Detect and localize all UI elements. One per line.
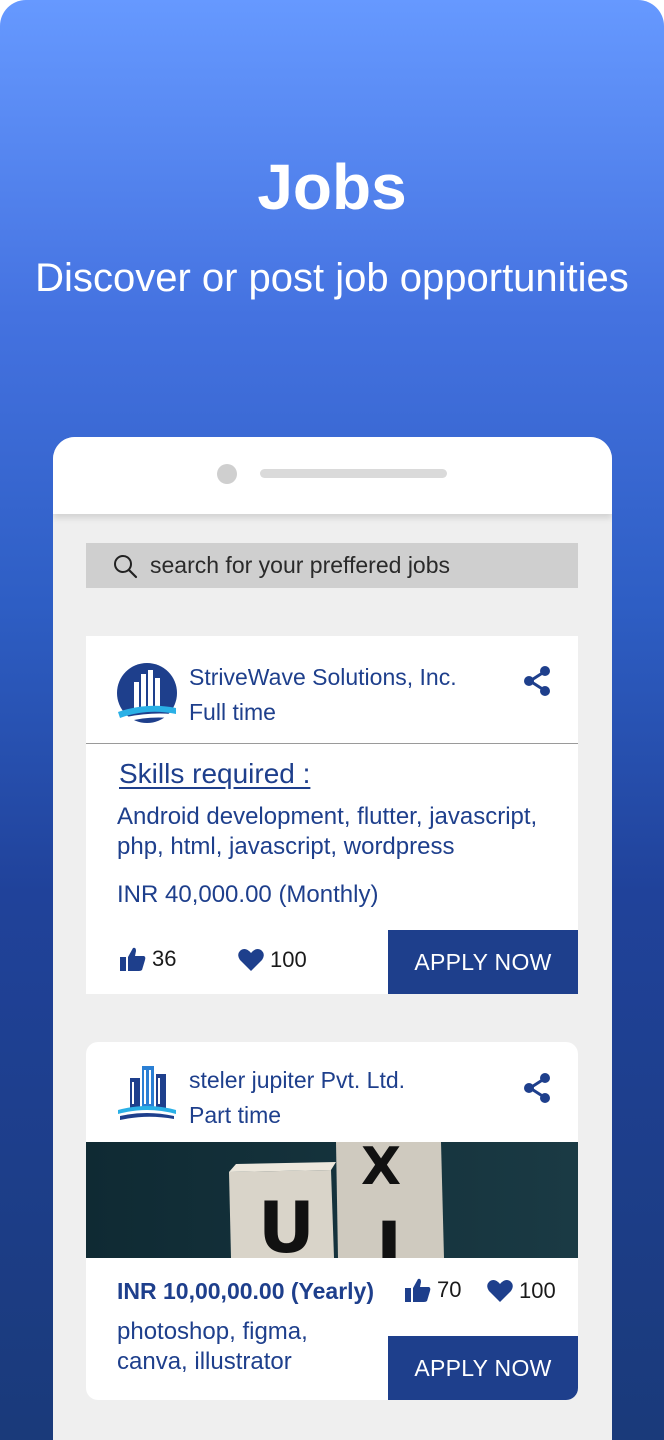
like-count: 70 [437,1277,462,1302]
skills-heading: Skills required : [119,758,311,789]
banner-letter-u: U [258,1187,315,1258]
favorite-count: 100 [519,1278,556,1303]
search-input[interactable]: search for your preffered jobs [150,552,450,579]
heart-icon [238,949,264,971]
like-counter[interactable]: 36 [119,946,176,972]
salary: INR 10,00,00.00 (Yearly) [117,1278,374,1304]
phone-speaker [260,469,447,478]
like-count: 36 [152,946,177,971]
favorite-count: 100 [270,947,307,972]
skills-list: Android development, flutter, javascript… [117,803,538,860]
company-logo [116,1060,178,1122]
like-counter[interactable]: 70 [404,1277,461,1303]
apply-now-button[interactable]: APPLY NOW [388,1336,578,1400]
phone-mockup: search for your preffered jobs StriveWav… [53,437,612,1440]
search-bar[interactable]: search for your preffered jobs [86,543,578,588]
job-card[interactable]: StriveWave Solutions, Inc. Full time Ski… [86,636,578,994]
share-icon[interactable] [522,665,552,697]
banner-letter-i: I [376,1207,402,1258]
page-subtitle: Discover or post job opportunities [35,256,629,300]
favorite-counter[interactable]: 100 [237,947,307,973]
page-title: Jobs [257,151,407,223]
search-icon [112,553,138,579]
job-type: Full time [189,699,276,725]
favorite-counter[interactable]: 100 [486,1278,556,1304]
job-card-header: steler jupiter Pvt. Ltd. Part time [86,1042,578,1142]
phone-top-bar [53,437,612,514]
thumbs-up-icon [120,947,146,971]
company-logo [116,662,178,724]
company-name: steler jupiter Pvt. Ltd. [189,1067,406,1093]
app-screen: Jobs Discover or post job opportunities … [0,0,664,1440]
job-card[interactable]: steler jupiter Pvt. Ltd. Part time U I X… [86,1042,578,1400]
banner-letter-x: X [361,1142,401,1197]
company-name: StriveWave Solutions, Inc. [189,664,457,690]
skills-list: photoshop, figma, canva, illustrator [117,1318,308,1375]
job-banner-image: U I X [86,1142,578,1258]
salary: INR 40,000.00 (Monthly) [117,881,379,908]
apply-now-button[interactable]: APPLY NOW [388,930,578,994]
heart-icon [487,1280,513,1302]
phone-camera [217,464,237,484]
share-icon[interactable] [522,1072,552,1104]
job-type: Part time [189,1102,282,1128]
job-card-header: StriveWave Solutions, Inc. Full time [86,636,578,744]
thumbs-up-icon [405,1278,431,1302]
